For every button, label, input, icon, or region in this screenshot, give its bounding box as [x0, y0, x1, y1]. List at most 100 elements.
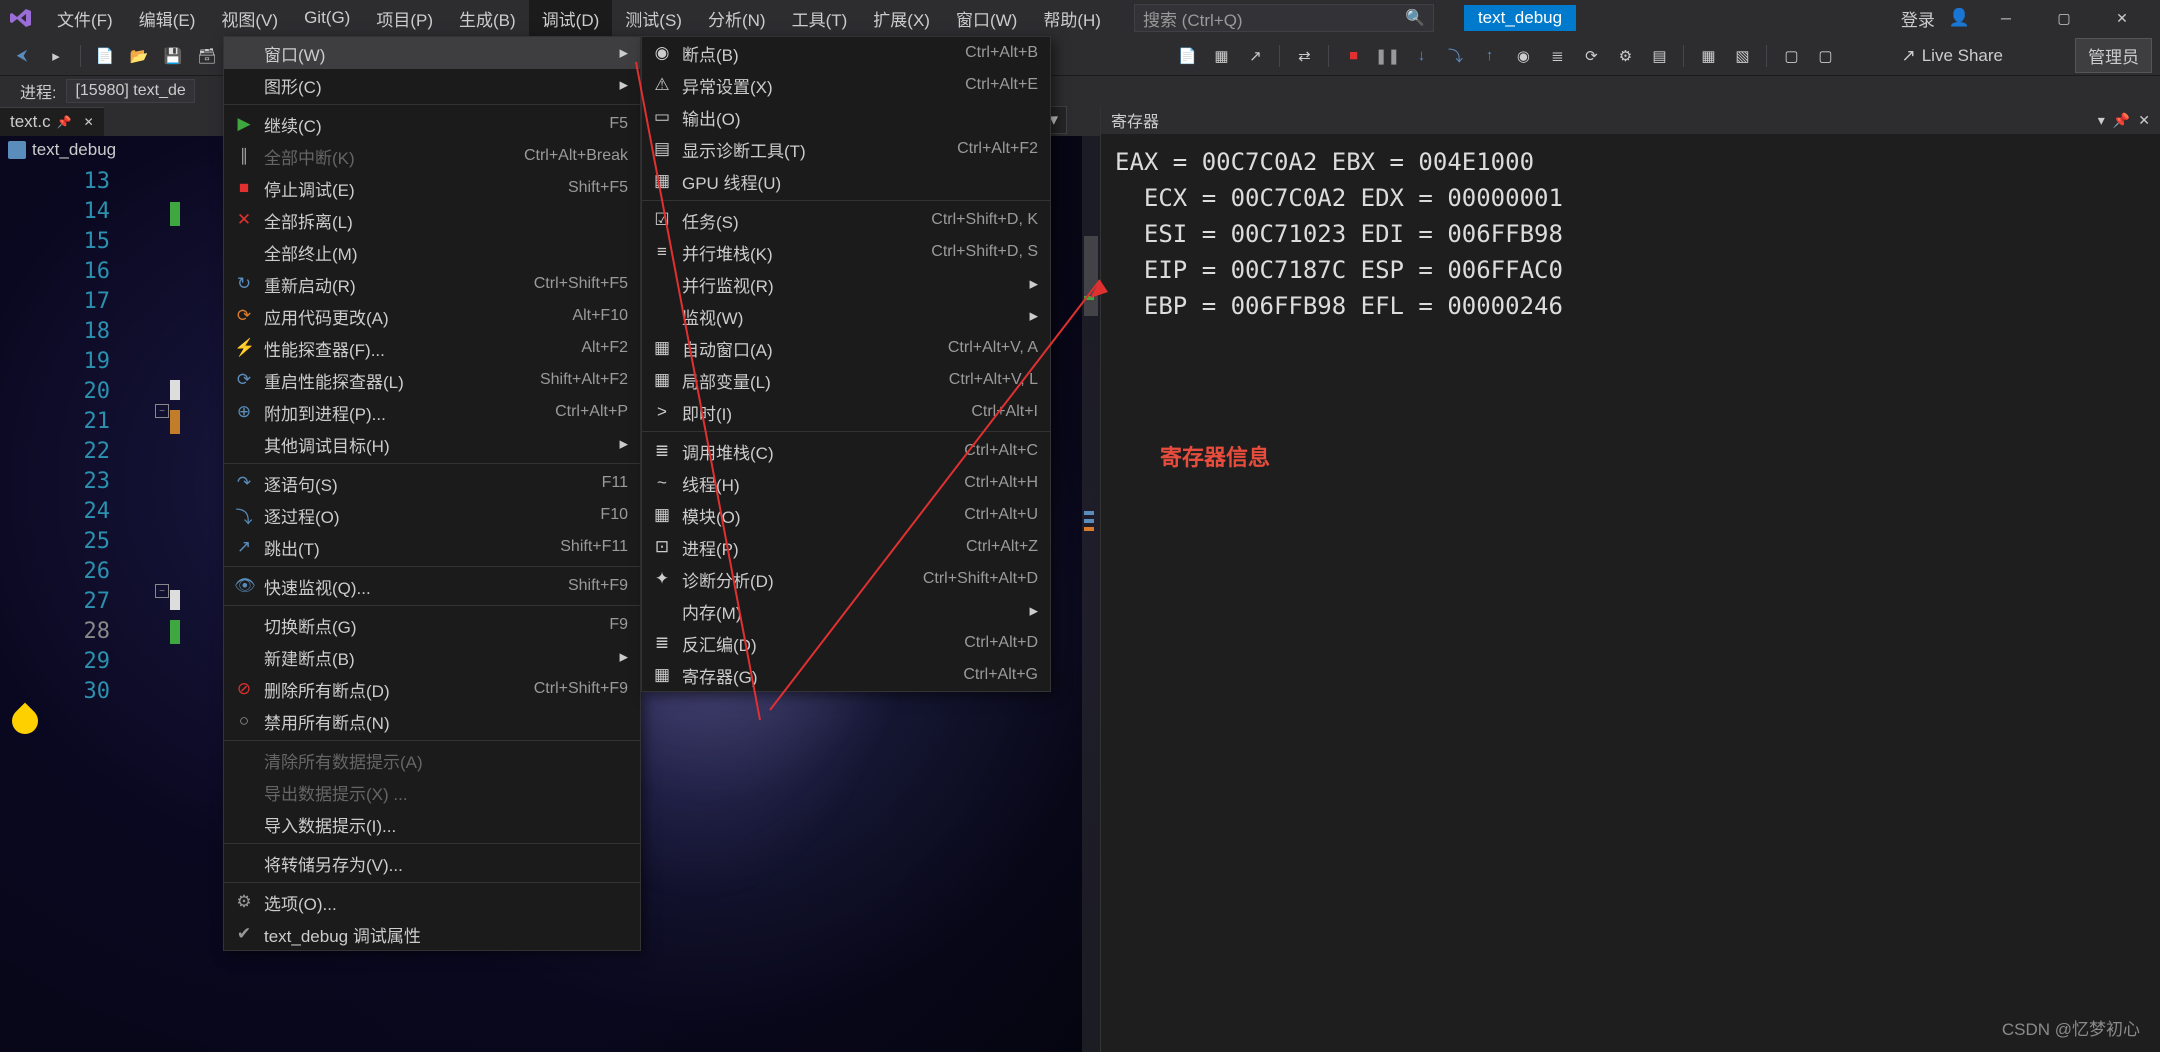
panel-dropdown-icon[interactable]: ▾ [2098, 112, 2105, 129]
menu-item[interactable]: ≣反汇编(D)Ctrl+Alt+D [642, 627, 1050, 659]
menu-item[interactable]: ⚙选项(O)... [224, 886, 640, 918]
menu-item[interactable]: 👁快速监视(Q)...Shift+F9 [224, 570, 640, 602]
close-button[interactable]: ✕ [2100, 3, 2144, 33]
menu-item[interactable]: ⟳应用代码更改(A)Alt+F10 [224, 300, 640, 332]
tool-icon[interactable]: ⇄ [1290, 42, 1318, 70]
tool-icon[interactable]: ◉ [1509, 42, 1537, 70]
process-dropdown[interactable]: [15980] text_de [66, 79, 194, 103]
panel-pin-icon[interactable]: 📌 [2113, 112, 2130, 129]
menu-item[interactable]: ⊕附加到进程(P)...Ctrl+Alt+P [224, 396, 640, 428]
solution-item[interactable]: text_debug [8, 140, 116, 160]
menu-item[interactable]: ⊘删除所有断点(D)Ctrl+Shift+F9 [224, 673, 640, 705]
fold-icon[interactable]: − [155, 584, 169, 598]
nav-fwd-button[interactable]: ▸ [42, 42, 70, 70]
menu-help[interactable]: 帮助(H) [1030, 0, 1114, 36]
saveall-button[interactable]: 🗃 [193, 42, 221, 70]
nav-back-button[interactable]: ⮜ [8, 42, 36, 70]
menu-item[interactable]: 将转储另存为(V)... [224, 847, 640, 879]
menu-view[interactable]: 视图(V) [208, 0, 291, 36]
menu-analyze[interactable]: 分析(N) [695, 0, 779, 36]
tool-icon[interactable]: ▦ [1207, 42, 1235, 70]
menu-item[interactable]: ≡并行堆栈(K)Ctrl+Shift+D, S [642, 236, 1050, 268]
menu-tools[interactable]: 工具(T) [779, 0, 861, 36]
tab-textc[interactable]: text.c 📌 ✕ [0, 107, 104, 136]
menu-file[interactable]: 文件(F) [44, 0, 126, 36]
menu-git[interactable]: Git(G) [291, 0, 363, 36]
menu-item[interactable]: ↗跳出(T)Shift+F11 [224, 531, 640, 563]
menu-item[interactable]: ▦寄存器(G)Ctrl+Alt+G [642, 659, 1050, 691]
menu-window[interactable]: 窗口(W) [943, 0, 1030, 36]
menu-item[interactable]: 新建断点(B)▸ [224, 641, 640, 673]
tool-icon[interactable]: ⚙ [1611, 42, 1639, 70]
menu-item[interactable]: ▭输出(O) [642, 101, 1050, 133]
menu-item[interactable]: 其他调试目标(H)▸ [224, 428, 640, 460]
scroll-thumb[interactable] [1084, 236, 1098, 316]
menu-item[interactable]: ✦诊断分析(D)Ctrl+Shift+Alt+D [642, 563, 1050, 595]
menu-edit[interactable]: 编辑(E) [126, 0, 209, 36]
tool-icon[interactable]: ▦ [1694, 42, 1722, 70]
menu-item[interactable]: ☑任务(S)Ctrl+Shift+D, K [642, 204, 1050, 236]
login-link[interactable]: 登录 [1901, 6, 1935, 31]
menu-item[interactable]: 内存(M)▸ [642, 595, 1050, 627]
menu-item[interactable]: ≣调用堆栈(C)Ctrl+Alt+C [642, 435, 1050, 467]
live-share-button[interactable]: ↗ Live Share [1901, 46, 2003, 66]
menu-item[interactable]: 导入数据提示(I)... [224, 808, 640, 840]
close-icon[interactable]: ✕ [84, 115, 94, 129]
menu-extensions[interactable]: 扩展(X) [860, 0, 943, 36]
menu-item[interactable]: ⤵逐过程(O)F10 [224, 499, 640, 531]
menu-debug[interactable]: 调试(D) [529, 0, 613, 36]
menu-project[interactable]: 项目(P) [363, 0, 446, 36]
menu-item[interactable]: ⚡性能探查器(F)...Alt+F2 [224, 332, 640, 364]
minimize-button[interactable]: ─ [1984, 3, 2028, 33]
menu-item[interactable]: ○禁用所有断点(N) [224, 705, 640, 737]
menu-item[interactable]: 窗口(W)▸ [224, 37, 640, 69]
fold-icon[interactable]: − [155, 404, 169, 418]
tool-icon[interactable]: ▢ [1777, 42, 1805, 70]
scrollbar[interactable] [1082, 136, 1100, 1052]
menu-item[interactable]: ◉断点(B)Ctrl+Alt+B [642, 37, 1050, 69]
panel-close-icon[interactable]: ✕ [2138, 112, 2150, 129]
tool-icon[interactable]: ↗ [1241, 42, 1269, 70]
menu-item[interactable]: 并行监视(R)▸ [642, 268, 1050, 300]
menu-item[interactable]: ▤显示诊断工具(T)Ctrl+Alt+F2 [642, 133, 1050, 165]
admin-badge[interactable]: 管理员 [2075, 38, 2152, 73]
menu-build[interactable]: 生成(B) [446, 0, 529, 36]
menu-item[interactable]: ↻重新启动(R)Ctrl+Shift+F5 [224, 268, 640, 300]
save-button[interactable]: 💾 [159, 42, 187, 70]
tool-icon[interactable]: 📄 [1173, 42, 1201, 70]
menu-item[interactable]: ▶继续(C)F5 [224, 108, 640, 140]
menu-item[interactable]: ⊡进程(P)Ctrl+Alt+Z [642, 531, 1050, 563]
tool-icon[interactable]: ▢ [1811, 42, 1839, 70]
search-input[interactable]: 搜索 (Ctrl+Q) 🔍 [1134, 4, 1434, 32]
new-button[interactable]: 📄 [91, 42, 119, 70]
maximize-button[interactable]: ▢ [2042, 3, 2086, 33]
menu-item[interactable]: ✔text_debug 调试属性 [224, 918, 640, 950]
menu-item[interactable]: ⚠异常设置(X)Ctrl+Alt+E [642, 69, 1050, 101]
menu-item[interactable]: ▦GPU 线程(U) [642, 165, 1050, 197]
menu-item[interactable]: 图形(C)▸ [224, 69, 640, 101]
tool-icon[interactable]: ≣ [1543, 42, 1571, 70]
menu-item[interactable]: 监视(W)▸ [642, 300, 1050, 332]
open-button[interactable]: 📂 [125, 42, 153, 70]
step-out-button[interactable]: ↑ [1475, 42, 1503, 70]
tool-icon[interactable]: ⟳ [1577, 42, 1605, 70]
menu-item[interactable]: ▦自动窗口(A)Ctrl+Alt+V, A [642, 332, 1050, 364]
menu-item[interactable]: ⟳重启性能探查器(L)Shift+Alt+F2 [224, 364, 640, 396]
tool-icon[interactable]: ▧ [1728, 42, 1756, 70]
menu-item[interactable]: 全部终止(M) [224, 236, 640, 268]
menu-item[interactable]: ▦局部变量(L)Ctrl+Alt+V, L [642, 364, 1050, 396]
account-icon[interactable]: 👤 [1949, 8, 1970, 28]
pin-icon[interactable]: 📌 [57, 115, 72, 129]
menu-test[interactable]: 测试(S) [612, 0, 695, 36]
menu-item[interactable]: ✕全部拆离(L) [224, 204, 640, 236]
menu-item[interactable]: ■停止调试(E)Shift+F5 [224, 172, 640, 204]
stop-button[interactable]: ■ [1339, 42, 1367, 70]
pause-button[interactable]: ❚❚ [1373, 42, 1401, 70]
menu-item[interactable]: >即时(I)Ctrl+Alt+I [642, 396, 1050, 428]
menu-item[interactable]: 切换断点(G)F9 [224, 609, 640, 641]
step-into-button[interactable]: ↓ [1407, 42, 1435, 70]
menu-item[interactable]: ↷逐语句(S)F11 [224, 467, 640, 499]
step-over-button[interactable]: ⤵ [1441, 42, 1469, 70]
menu-item[interactable]: ▦模块(O)Ctrl+Alt+U [642, 499, 1050, 531]
menu-item[interactable]: ~线程(H)Ctrl+Alt+H [642, 467, 1050, 499]
